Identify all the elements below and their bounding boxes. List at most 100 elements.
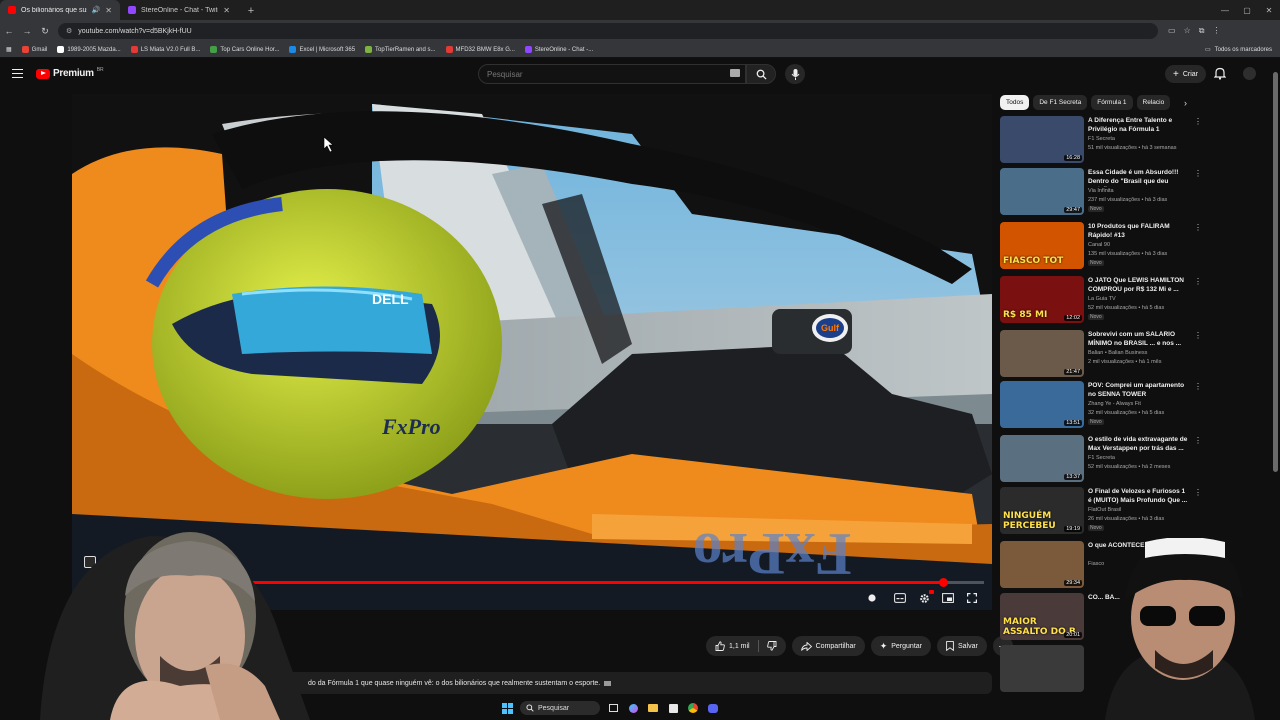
- bookmark-gmail[interactable]: Gmail: [21, 46, 47, 53]
- chevron-right-icon[interactable]: ›: [1184, 98, 1187, 108]
- save-button[interactable]: Salvar: [937, 636, 987, 656]
- copilot-icon[interactable]: [626, 701, 640, 715]
- search-input[interactable]: Pesquisar: [478, 64, 746, 84]
- video-title[interactable]: POV: Comprei um apartamento no SENNA TOW…: [1088, 382, 1188, 399]
- video-thumbnail[interactable]: 13:51: [1000, 381, 1084, 428]
- more-vertical-icon[interactable]: ⋮: [1194, 382, 1202, 391]
- channel-name[interactable]: Balian • Balian Business: [1088, 350, 1147, 356]
- chrome-icon[interactable]: [686, 701, 700, 715]
- taskbar-search[interactable]: Pesquisar: [520, 701, 600, 715]
- discord-icon[interactable]: [706, 701, 720, 715]
- channel-name[interactable]: Via Infinita: [1088, 188, 1114, 194]
- like-button[interactable]: 1,1 mil: [715, 641, 750, 651]
- store-icon[interactable]: [666, 701, 680, 715]
- dislike-button[interactable]: [766, 641, 777, 651]
- video-title[interactable]: Sobrevivi com um SALÁRIO MÍNIMO no BRASI…: [1088, 331, 1188, 348]
- channel-name[interactable]: La Guia TV: [1088, 296, 1116, 302]
- recommendation-item[interactable]: 21:47 Sobrevivi com um SALÁRIO MÍNIMO no …: [1000, 330, 1202, 380]
- notifications-bell-icon[interactable]: [1214, 67, 1226, 80]
- video-thumbnail[interactable]: MAIOR ASSALTO DO B 20:01: [1000, 593, 1084, 640]
- youtube-logo[interactable]: Premium BR: [36, 67, 104, 79]
- menu-hamburger-icon[interactable]: [12, 69, 23, 78]
- account-avatar[interactable]: [1243, 67, 1256, 80]
- video-thumbnail[interactable]: [1000, 645, 1084, 692]
- more-vertical-icon[interactable]: ⋮: [1194, 436, 1202, 445]
- bookmark-twitch[interactable]: StereOnline - Chat -...: [524, 46, 593, 53]
- cast-icon[interactable]: ▭: [1168, 26, 1176, 36]
- video-thumbnail[interactable]: NINGUÉM PERCEBEU 19:19: [1000, 487, 1084, 534]
- more-vertical-icon[interactable]: ⋮: [1194, 223, 1202, 232]
- all-bookmarks[interactable]: ▭ Todos os marcadores: [1205, 46, 1272, 54]
- ask-button[interactable]: ✦ Perguntar: [870, 636, 931, 656]
- chip-formula-1[interactable]: Fórmula 1: [1091, 95, 1133, 110]
- site-info-icon[interactable]: ⚙: [66, 27, 72, 35]
- chip-f1-secreta[interactable]: De F1 Secreta: [1033, 95, 1088, 110]
- video-thumbnail[interactable]: 16:28: [1000, 116, 1084, 163]
- more-vertical-icon[interactable]: ⋮: [1194, 331, 1202, 340]
- recommendation-item[interactable]: 29:47 Essa Cidade é um Absurdo!!! Dentro …: [1000, 168, 1202, 218]
- more-vertical-icon[interactable]: ⋮: [1194, 488, 1202, 497]
- bookmark-excel[interactable]: Excel | Microsoft 365: [289, 46, 355, 53]
- video-thumbnail[interactable]: R$ 85 MI 12:02: [1000, 276, 1084, 323]
- recommendation-item[interactable]: R$ 85 MI 12:02 O JATO Que LEWIS HAMILTON C…: [1000, 276, 1202, 326]
- bookmark-topcars[interactable]: Top Cars Online Hor...: [210, 46, 279, 53]
- menu-icon[interactable]: ⋮: [1212, 26, 1220, 36]
- file-explorer-icon[interactable]: [646, 701, 660, 715]
- recommendation-item[interactable]: 13:37 O estilo de vida extravagante de Ma…: [1000, 435, 1202, 485]
- miniplayer-icon[interactable]: [940, 591, 956, 605]
- minimize-icon[interactable]: —: [1214, 0, 1236, 20]
- video-thumbnail[interactable]: 29:34: [1000, 541, 1084, 588]
- video-thumbnail[interactable]: 21:47: [1000, 330, 1084, 377]
- video-title[interactable]: A Diferença Entre Talento e Privilégio n…: [1088, 117, 1188, 134]
- recommendation-item[interactable]: 16:28 A Diferença Entre Talento e Privilé…: [1000, 116, 1202, 166]
- fullscreen-icon[interactable]: [964, 591, 980, 605]
- apps-icon[interactable]: ▦: [6, 46, 12, 53]
- task-view-icon[interactable]: [606, 701, 620, 715]
- video-thumbnail[interactable]: 29:47: [1000, 168, 1084, 215]
- video-title[interactable]: O estilo de vida extravagante de Max Ver…: [1088, 436, 1188, 453]
- recommendation-item[interactable]: NINGUÉM PERCEBEU 19:19 O Final de Velozes …: [1000, 487, 1202, 537]
- reload-icon[interactable]: ↻: [36, 26, 54, 37]
- close-window-icon[interactable]: ✕: [1258, 0, 1280, 20]
- create-button[interactable]: + Criar: [1165, 65, 1207, 83]
- channel-name[interactable]: F1 Secreta: [1088, 455, 1115, 461]
- video-thumbnail[interactable]: 13:37: [1000, 435, 1084, 482]
- video-title[interactable]: O Final de Velozes e Furiosos 1 é (MUITO…: [1088, 488, 1188, 505]
- more-vertical-icon[interactable]: ⋮: [1194, 169, 1202, 178]
- settings-gear-icon[interactable]: [916, 590, 934, 605]
- search-button[interactable]: [746, 64, 776, 84]
- video-thumbnail[interactable]: FIASCO TOT: [1000, 222, 1084, 269]
- browser-tab-youtube[interactable]: Os bilionários que sustent 🔊 ✕: [0, 0, 120, 20]
- back-icon[interactable]: ←: [0, 26, 18, 36]
- page-scrollbar[interactable]: [1273, 62, 1278, 698]
- bookmark-miata[interactable]: LS Miata V2.0 Full B...: [130, 46, 200, 53]
- bookmark-bmw[interactable]: MFD32 BMW E8x G...: [445, 46, 515, 53]
- browser-tab-twitch[interactable]: StereOnline - Chat - Twitch ✕: [120, 0, 238, 20]
- video-title[interactable]: 10 Produtos que FALIRAM Rápido! #13: [1088, 223, 1188, 240]
- forward-icon[interactable]: →: [18, 26, 36, 36]
- keyboard-icon[interactable]: [730, 69, 740, 77]
- voice-search-button[interactable]: [785, 64, 805, 84]
- subtitles-icon[interactable]: [892, 591, 908, 605]
- channel-name[interactable]: F1 Secreta: [1088, 136, 1115, 142]
- channel-name[interactable]: Canal 90: [1088, 242, 1110, 248]
- video-title[interactable]: O JATO Que LEWIS HAMILTON COMPROU por R$…: [1088, 277, 1188, 294]
- star-icon[interactable]: ☆: [1184, 26, 1191, 36]
- scrollbar-thumb[interactable]: [1273, 72, 1278, 472]
- channel-name[interactable]: Zhang Ye - Always Fit: [1088, 401, 1141, 407]
- maximize-icon[interactable]: ▢: [1236, 0, 1258, 20]
- more-vertical-icon[interactable]: ⋮: [1194, 117, 1202, 126]
- bookmark-mazda[interactable]: 1989-2005 Mazda...: [57, 46, 121, 53]
- new-tab-button[interactable]: +: [242, 2, 260, 20]
- windows-start-icon[interactable]: [500, 701, 514, 715]
- chip-all[interactable]: Todos: [1000, 95, 1030, 110]
- share-button[interactable]: Compartilhar: [791, 636, 865, 656]
- close-tab-icon[interactable]: ✕: [223, 6, 230, 15]
- video-title[interactable]: Essa Cidade é um Absurdo!!! Dentro do "B…: [1088, 169, 1188, 187]
- more-vertical-icon[interactable]: ⋮: [1194, 277, 1202, 286]
- extensions-icon[interactable]: ⧉: [1199, 26, 1205, 36]
- channel-name[interactable]: FlatOut Brasil: [1088, 507, 1121, 513]
- address-bar[interactable]: ⚙ youtube.com/watch?v=d5BKjkH-fUU: [58, 23, 1158, 39]
- bookmark-ramen[interactable]: TopTierRamen and s...: [365, 46, 436, 53]
- recommendation-item[interactable]: 13:51 POV: Comprei um apartamento no SENN…: [1000, 381, 1202, 431]
